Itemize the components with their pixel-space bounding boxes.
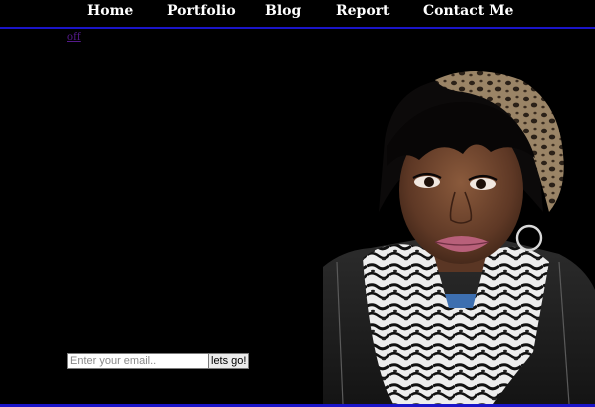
portrait-photo	[323, 62, 595, 404]
lets-go-button[interactable]: lets go!	[208, 353, 250, 369]
nav-portfolio-link[interactable]: Portfolio	[167, 2, 236, 20]
nav-home-link[interactable]: Home	[87, 2, 133, 20]
email-input[interactable]	[67, 353, 210, 369]
nav-report-link[interactable]: Report	[336, 2, 390, 20]
portrait-image	[323, 62, 595, 404]
page: Home Portfolio Blog Report Contact Me of…	[0, 0, 595, 407]
nav-blog-link[interactable]: Blog	[265, 2, 301, 20]
nav-contact-link[interactable]: Contact Me	[423, 2, 513, 20]
top-nav-bar: Home Portfolio Blog Report Contact Me	[0, 0, 595, 29]
off-toggle-link[interactable]: off	[67, 29, 81, 43]
